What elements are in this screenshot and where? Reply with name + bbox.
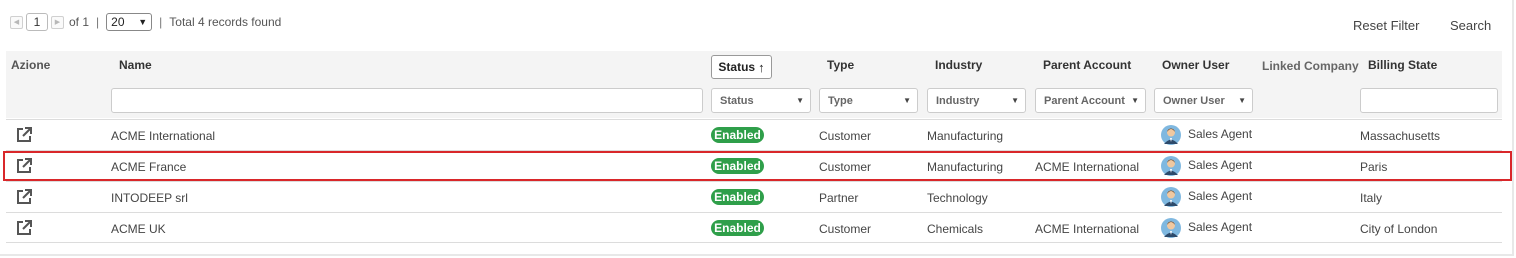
- billing-state: Massachusetts: [1360, 129, 1441, 143]
- column-header-linked-company: Linked Company: [1262, 59, 1359, 73]
- account-industry: Manufacturing: [927, 129, 1004, 143]
- user-avatar-icon: [1161, 187, 1181, 207]
- total-records-label: Total 4 records found: [169, 15, 282, 29]
- account-industry: Technology: [927, 191, 988, 205]
- pager: ◀ 1 ▶ of 1 | 20 ▼ | Total 4 records foun…: [10, 12, 281, 32]
- external-link-icon[interactable]: [15, 219, 33, 237]
- column-header-type[interactable]: Type: [827, 58, 854, 72]
- parent-account-filter-select[interactable]: Parent Account ▼: [1035, 88, 1146, 113]
- chevron-down-icon: ▼: [903, 96, 911, 105]
- parent-account[interactable]: ACME International: [1035, 222, 1139, 236]
- owner-user[interactable]: Sales Agent: [1188, 189, 1252, 203]
- page-count-label: of 1: [69, 15, 90, 29]
- status-badge: Enabled: [711, 220, 764, 236]
- owner-user-filter-select[interactable]: Owner User ▼: [1154, 88, 1253, 113]
- column-header-parent-account[interactable]: Parent Account: [1043, 58, 1131, 72]
- account-name[interactable]: ACME France: [111, 160, 186, 174]
- chevron-down-icon: ▼: [1131, 96, 1139, 105]
- chevron-down-icon: ▼: [796, 96, 804, 105]
- industry-filter-placeholder: Industry: [936, 94, 980, 107]
- page-number-input[interactable]: 1: [26, 13, 48, 31]
- status-badge: Enabled: [711, 189, 764, 205]
- chevron-down-icon: ▼: [138, 17, 148, 27]
- search-button[interactable]: Search: [1450, 18, 1491, 33]
- type-filter-select[interactable]: Type ▼: [819, 88, 918, 113]
- billing-state-filter-input[interactable]: [1360, 88, 1498, 113]
- status-header-label: Status: [718, 60, 756, 74]
- account-type: Partner: [819, 191, 859, 205]
- owner-user[interactable]: Sales Agent: [1188, 220, 1252, 234]
- account-type: Customer: [819, 129, 872, 143]
- account-industry: Chemicals: [927, 222, 984, 236]
- chevron-down-icon: ▼: [1238, 96, 1246, 105]
- status-badge: Enabled: [711, 127, 764, 143]
- owner-user[interactable]: Sales Agent: [1188, 158, 1252, 172]
- owner-user-filter-placeholder: Owner User: [1163, 94, 1225, 107]
- chevron-down-icon: ▼: [1011, 96, 1019, 105]
- user-avatar-icon: [1161, 125, 1181, 145]
- column-header-azione: Azione: [11, 58, 51, 72]
- industry-filter-select[interactable]: Industry ▼: [927, 88, 1026, 113]
- owner-user[interactable]: Sales Agent: [1188, 127, 1252, 141]
- pager-separator: |: [159, 15, 163, 29]
- account-type: Customer: [819, 160, 872, 174]
- user-avatar-icon: [1161, 156, 1181, 176]
- reset-filter-button[interactable]: Reset Filter: [1353, 18, 1419, 33]
- column-header-billing-state[interactable]: Billing State: [1368, 58, 1437, 72]
- external-link-icon[interactable]: [15, 126, 33, 144]
- arrow-up-icon: ↑: [758, 59, 765, 75]
- name-filter-input[interactable]: [111, 88, 703, 113]
- status-filter-placeholder: Status: [720, 94, 754, 107]
- account-industry: Manufacturing: [927, 160, 1004, 174]
- status-filter-select[interactable]: Status ▼: [711, 88, 811, 113]
- user-avatar-icon: [1161, 218, 1181, 238]
- column-header-owner-user[interactable]: Owner User: [1162, 58, 1229, 72]
- external-link-icon[interactable]: [15, 188, 33, 206]
- external-link-icon[interactable]: [15, 157, 33, 175]
- parent-account[interactable]: ACME International: [1035, 160, 1139, 174]
- pager-separator: |: [96, 15, 100, 29]
- column-header-industry[interactable]: Industry: [935, 58, 982, 72]
- type-filter-placeholder: Type: [828, 94, 853, 107]
- previous-page-icon[interactable]: ◀: [10, 15, 23, 29]
- billing-state: City of London: [1360, 222, 1438, 236]
- column-header-status[interactable]: Status ↑: [711, 55, 772, 79]
- account-type: Customer: [819, 222, 872, 236]
- column-header-name[interactable]: Name: [119, 58, 152, 72]
- page-size-value: 20: [111, 15, 125, 29]
- status-badge: Enabled: [711, 158, 764, 174]
- page-size-select[interactable]: 20 ▼: [106, 13, 153, 31]
- account-name[interactable]: ACME UK: [111, 222, 166, 236]
- account-name[interactable]: ACME International: [111, 129, 215, 143]
- billing-state: Italy: [1360, 191, 1383, 205]
- billing-state: Paris: [1360, 160, 1388, 174]
- next-page-icon[interactable]: ▶: [51, 15, 64, 29]
- account-name[interactable]: INTODEEP srl: [111, 191, 188, 205]
- parent-account-filter-placeholder: Parent Account: [1044, 94, 1125, 107]
